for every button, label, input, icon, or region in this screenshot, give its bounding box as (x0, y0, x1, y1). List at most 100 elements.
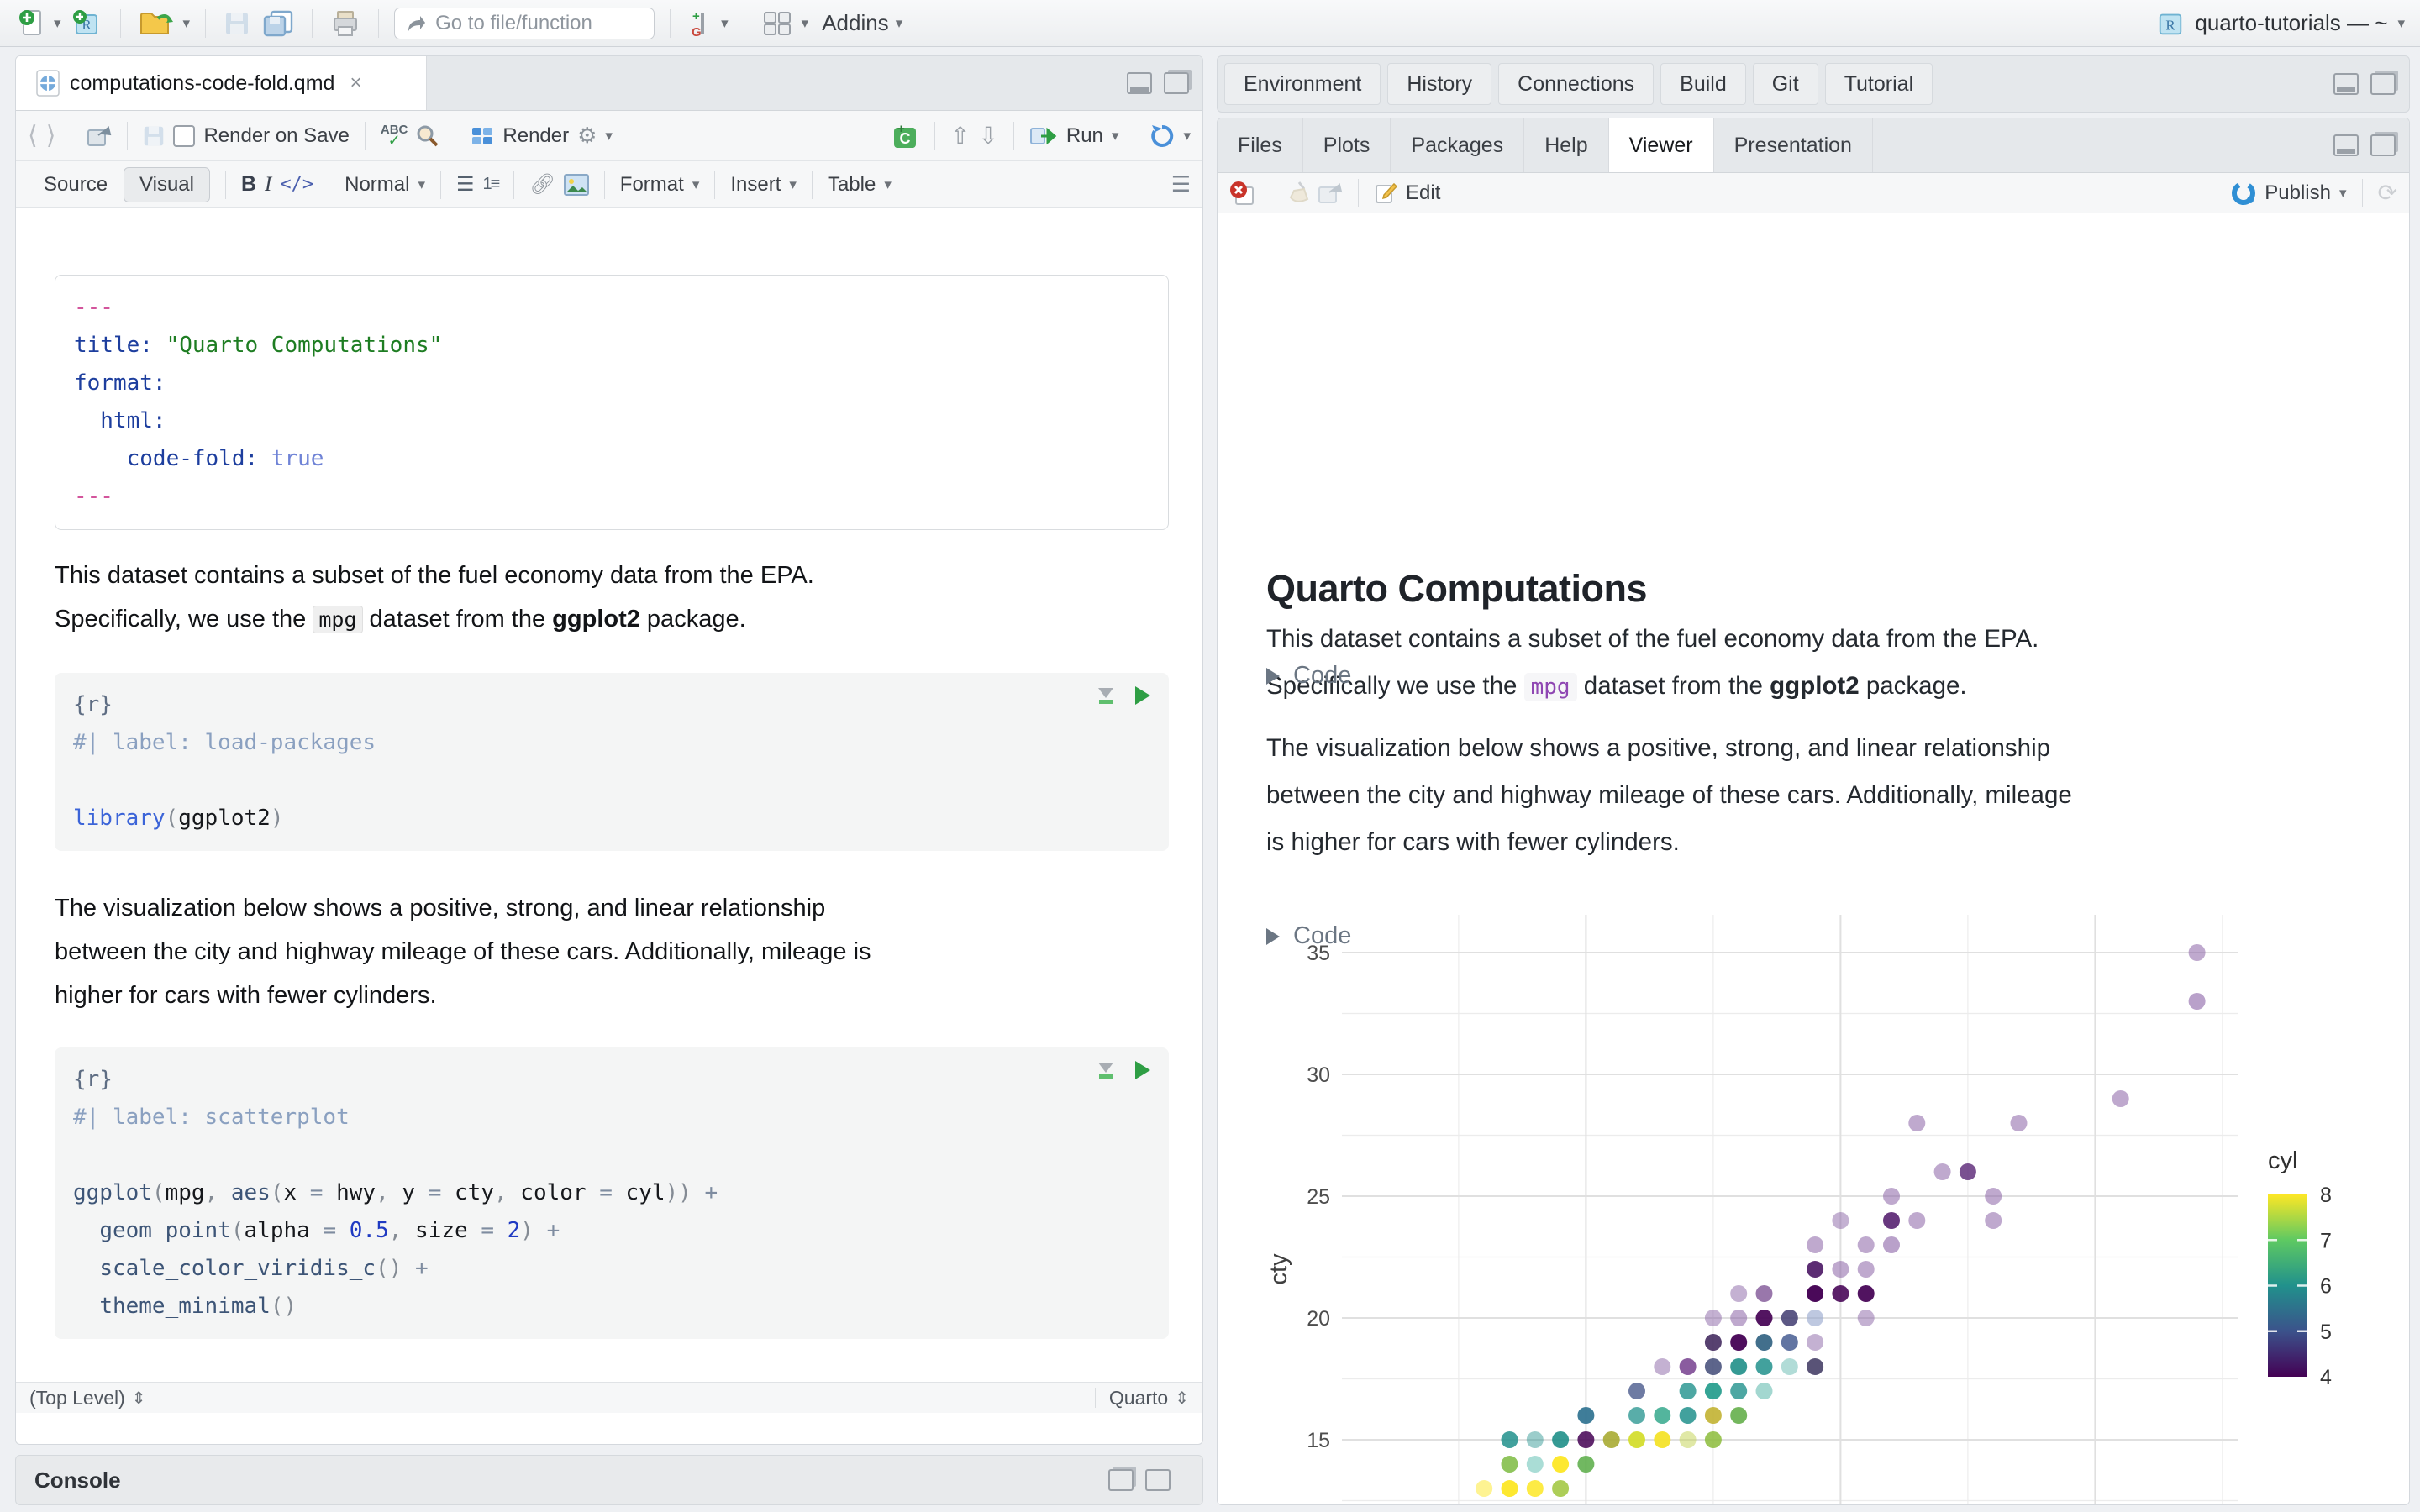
broom-icon[interactable] (1286, 181, 1309, 206)
italic-button[interactable]: I (265, 173, 271, 197)
image-icon[interactable] (563, 173, 589, 196)
spellcheck-icon[interactable]: ABC ✓ (381, 123, 408, 148)
popout-icon[interactable] (87, 125, 112, 147)
open-file-caret[interactable]: ▾ (183, 16, 191, 30)
code-chunk-scatterplot[interactable]: {r} #| label: scatterplot ggplot(mpg, aes… (55, 1047, 1169, 1339)
run-button[interactable]: Run (1066, 124, 1103, 148)
new-project-icon[interactable]: R (68, 7, 105, 40)
tab-plots[interactable]: Plots (1303, 118, 1392, 172)
scope-caret-icon[interactable]: ⇕ (132, 1388, 146, 1409)
new-file-icon[interactable] (15, 7, 47, 40)
render-icon[interactable] (471, 124, 494, 148)
tab-viewer[interactable]: Viewer (1608, 118, 1714, 172)
goto-file-input[interactable]: Go to file/function (394, 7, 655, 39)
format-caret[interactable]: ▾ (692, 177, 700, 192)
save-doc-icon[interactable] (143, 125, 165, 147)
publish-button[interactable]: Publish (2265, 181, 2331, 205)
tab-connections[interactable]: Connections (1498, 63, 1655, 105)
tab-presentation[interactable]: Presentation (1714, 118, 1873, 172)
close-tab-icon[interactable]: × (350, 71, 361, 95)
open-file-icon[interactable] (136, 7, 176, 40)
project-menu[interactable]: R quarto-tutorials — ~ ▾ (2156, 9, 2405, 38)
console-pane-title[interactable]: Console (34, 1467, 121, 1494)
run-chunks-above-icon[interactable] (1098, 1062, 1113, 1079)
publish-caret[interactable]: ▾ (2339, 186, 2347, 200)
editor-tab[interactable]: computations-code-fold.qmd × (16, 56, 427, 110)
publish-icon[interactable] (2231, 181, 2256, 206)
block-style-dropdown[interactable]: Normal (345, 173, 409, 197)
tab-files[interactable]: Files (1218, 118, 1303, 172)
run-icon[interactable] (1029, 125, 1058, 147)
render-settings-icon[interactable]: ⚙ (577, 123, 597, 149)
tab-history[interactable]: History (1387, 63, 1492, 105)
outline-toggle-icon[interactable]: ☰ (1171, 171, 1191, 197)
bold-button[interactable]: B (241, 172, 256, 197)
code-format-button[interactable]: </> (280, 174, 313, 195)
viewer-pane-maximize-icon[interactable] (2370, 134, 2396, 156)
code-fold-1[interactable]: Code (1266, 662, 1351, 690)
tab-tutorial[interactable]: Tutorial (1824, 63, 1933, 105)
version-control-caret[interactable]: ▾ (721, 16, 729, 30)
mode-visual-button[interactable]: Visual (124, 166, 210, 202)
run-chunks-above-icon[interactable] (1098, 687, 1113, 704)
insert-chunk-icon[interactable]: C + (891, 123, 919, 150)
tab-help[interactable]: Help (1524, 118, 1609, 172)
pane-layout-icon[interactable] (760, 7, 795, 40)
rerun-caret[interactable]: ▾ (1183, 129, 1191, 143)
save-all-icon[interactable] (260, 7, 297, 40)
top-pane-maximize-icon[interactable] (2370, 73, 2396, 95)
doctype-selector[interactable]: Quarto (1109, 1387, 1168, 1410)
new-file-caret[interactable]: ▾ (54, 16, 61, 30)
editor-paragraph-1[interactable]: This dataset contains a subset of the fu… (55, 554, 1172, 642)
minimize-pane-icon[interactable] (1127, 72, 1152, 94)
insert-caret[interactable]: ▾ (789, 177, 797, 192)
console-restore-icon[interactable] (1108, 1469, 1134, 1491)
mode-source-button[interactable]: Source (28, 167, 124, 202)
editor-paragraph-2[interactable]: The visualization below shows a positive… (55, 886, 1172, 1017)
code-chunk-load-packages[interactable]: {r} #| label: load-packages library(ggplo… (55, 673, 1169, 851)
viewer-pane-minimize-icon[interactable] (2333, 134, 2359, 156)
bullet-list-icon[interactable]: ☰ (456, 172, 475, 197)
tab-packages[interactable]: Packages (1391, 118, 1525, 172)
yaml-block[interactable]: --- title: "Quarto Computations" format: h… (55, 275, 1169, 530)
table-caret[interactable]: ▾ (884, 177, 892, 192)
tab-git[interactable]: Git (1752, 63, 1818, 105)
refresh-icon[interactable]: ⟳ (2378, 179, 2397, 207)
save-icon[interactable] (221, 7, 253, 40)
rerun-icon[interactable] (1150, 123, 1175, 149)
render-settings-caret[interactable]: ▾ (605, 129, 613, 143)
addins-button[interactable]: Addins (822, 10, 889, 36)
scope-selector[interactable]: (Top Level) (29, 1387, 125, 1410)
edit-button[interactable]: Edit (1406, 181, 1440, 205)
addins-caret[interactable]: ▾ (896, 16, 903, 30)
table-dropdown[interactable]: Table (828, 173, 876, 197)
pane-layout-caret[interactable]: ▾ (802, 16, 809, 30)
next-chunk-icon[interactable]: ⇩ (978, 122, 997, 150)
run-caret[interactable]: ▾ (1112, 129, 1119, 143)
numbered-list-icon[interactable]: 1≡ (483, 175, 501, 194)
doctype-caret-icon[interactable]: ⇕ (1175, 1388, 1189, 1409)
block-style-caret[interactable]: ▾ (418, 177, 425, 192)
run-chunk-icon[interactable] (1135, 1061, 1150, 1079)
tab-environment[interactable]: Environment (1224, 63, 1381, 105)
edit-icon[interactable] (1374, 181, 1397, 205)
insert-dropdown[interactable]: Insert (730, 173, 781, 197)
editor-canvas[interactable]: --- title: "Quarto Computations" format: h… (16, 261, 1202, 1413)
render-on-save-checkbox[interactable] (173, 124, 196, 147)
viewer-document[interactable]: Quarto Computations This dataset contain… (1218, 330, 2409, 1504)
link-icon[interactable]: 🔗︎ (529, 172, 555, 197)
print-icon[interactable] (328, 7, 363, 40)
back-icon[interactable]: ⟨ (28, 121, 38, 150)
format-dropdown[interactable]: Format (620, 173, 684, 197)
maximize-pane-icon[interactable] (1164, 72, 1189, 94)
clear-viewer-icon[interactable] (1229, 181, 1255, 206)
viewer-popout-icon[interactable] (1318, 182, 1343, 204)
render-button[interactable]: Render (502, 124, 569, 148)
top-pane-minimize-icon[interactable] (2333, 73, 2359, 95)
console-maximize-icon[interactable] (1145, 1469, 1171, 1491)
prev-chunk-icon[interactable]: ⇧ (950, 122, 970, 150)
search-icon[interactable] (416, 124, 439, 148)
forward-icon[interactable]: ⟩ (46, 121, 56, 150)
version-control-icon[interactable]: + G (686, 7, 714, 40)
run-chunk-icon[interactable] (1135, 686, 1150, 705)
